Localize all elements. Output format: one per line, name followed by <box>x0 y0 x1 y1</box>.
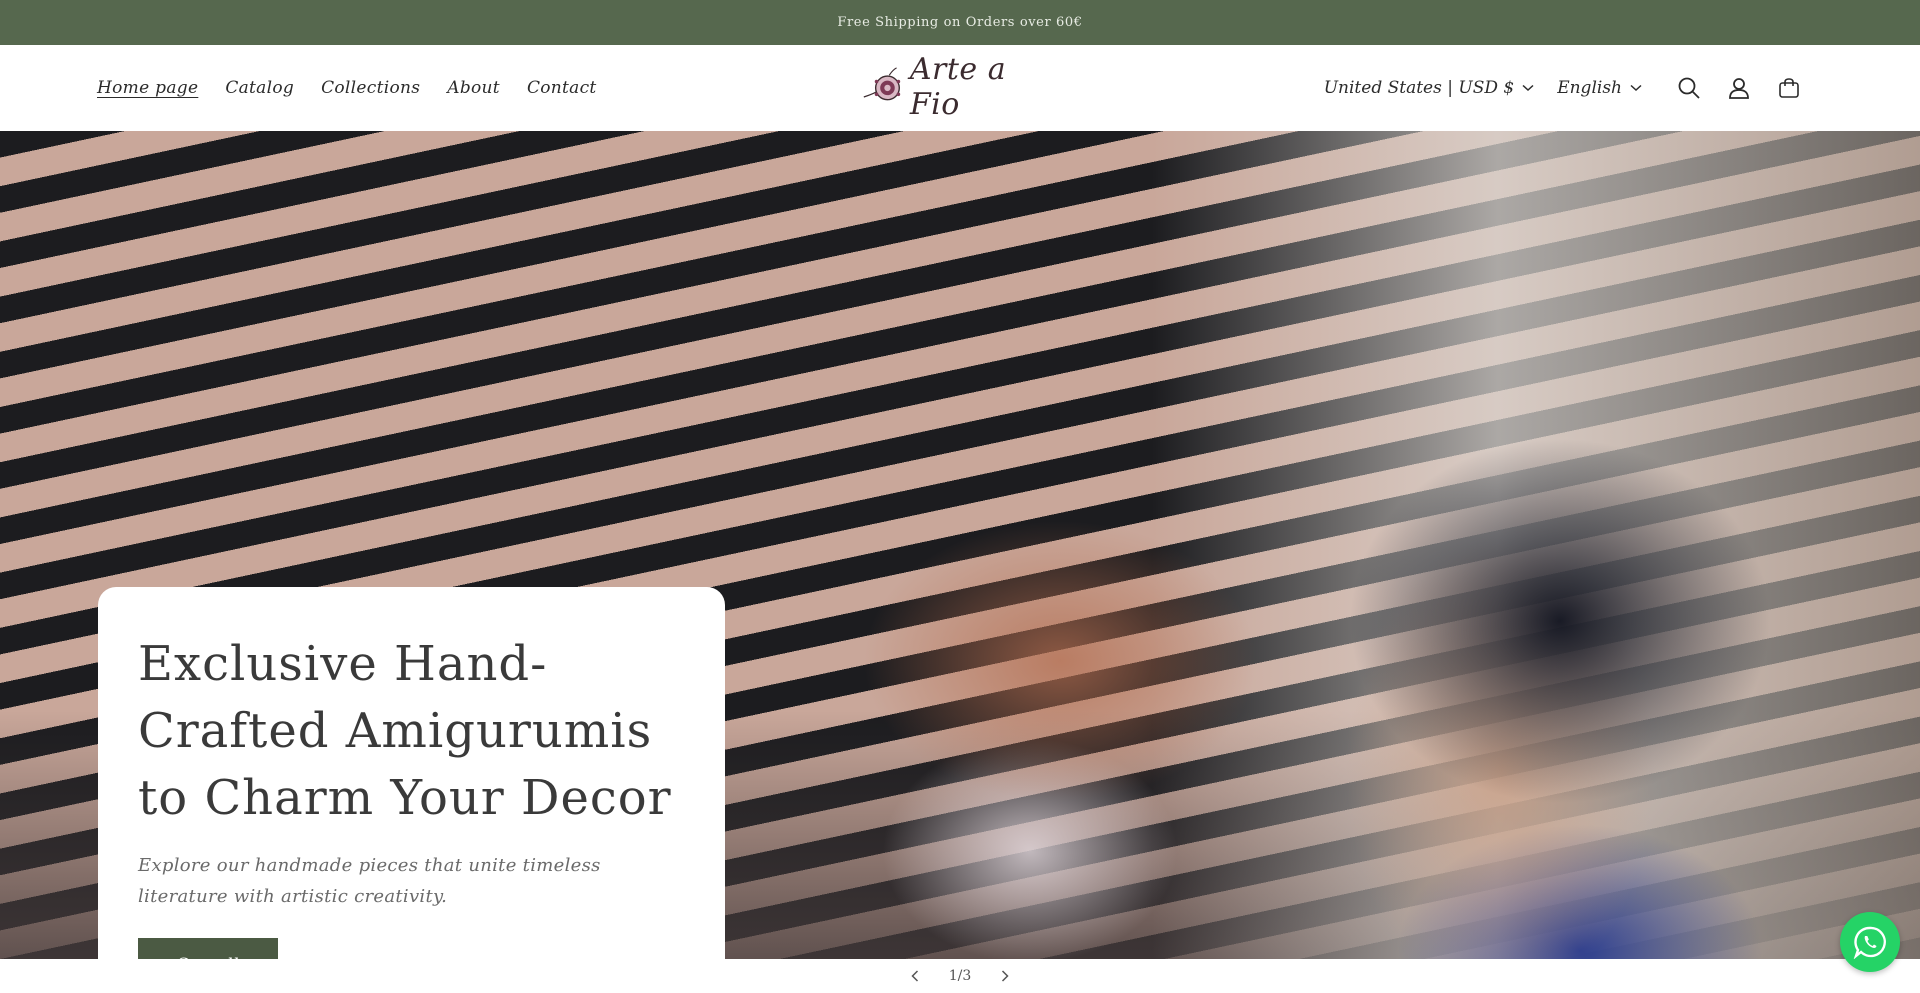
logo-text: Arte a Fio <box>909 52 1007 122</box>
country-selector-label: United States | USD $ <box>1323 78 1515 98</box>
hero-title: Exclusive Hand-Crafted Amigurumis to Cha… <box>138 636 672 826</box>
chevron-down-icon <box>1522 84 1534 92</box>
hero-slideshow: Exclusive Hand-Crafted Amigurumis to Cha… <box>0 131 1920 959</box>
slide-prev-button[interactable] <box>903 964 927 988</box>
nav-item-collections[interactable]: Collections <box>321 78 420 98</box>
slide-next-button[interactable] <box>993 964 1017 988</box>
announcement-text: Free Shipping on Orders over 60€ <box>837 15 1083 30</box>
see-all-button[interactable]: See all <box>138 938 278 959</box>
whatsapp-icon <box>1853 926 1886 959</box>
chevron-left-icon <box>911 970 918 982</box>
header-utilities: United States | USD $ English <box>1324 45 1814 131</box>
cart-icon <box>1779 78 1799 98</box>
search-button[interactable] <box>1664 63 1714 113</box>
nav-item-contact[interactable]: Contact <box>527 78 597 98</box>
account-button[interactable] <box>1714 63 1764 113</box>
nav-item-home[interactable]: Home page <box>97 78 198 98</box>
language-selector[interactable]: English <box>1557 78 1642 98</box>
whatsapp-chat-button[interactable] <box>1840 912 1900 972</box>
slider-controls: 1/3 <box>0 959 1920 993</box>
nav-item-about[interactable]: About <box>447 78 500 98</box>
main-nav: Home page Catalog Collections About Cont… <box>97 45 597 131</box>
chevron-down-icon <box>1630 84 1642 92</box>
account-icon <box>1729 78 1749 99</box>
announcement-bar: Free Shipping on Orders over 60€ <box>0 0 1920 45</box>
chevron-right-icon <box>1002 970 1009 982</box>
slide-counter: 1/3 <box>948 968 972 984</box>
hero-content-card: Exclusive Hand-Crafted Amigurumis to Cha… <box>98 587 725 959</box>
nav-item-catalog[interactable]: Catalog <box>225 78 294 98</box>
site-header: Home page Catalog Collections About Cont… <box>0 45 1920 131</box>
site-logo[interactable]: Arte a Fio <box>862 52 1052 122</box>
language-selector-label: English <box>1557 78 1622 98</box>
hero-subtitle: Explore our handmade pieces that unite t… <box>138 855 601 907</box>
country-selector[interactable]: United States | USD $ <box>1324 78 1534 98</box>
search-icon <box>1678 77 1700 99</box>
cart-button[interactable] <box>1764 63 1814 113</box>
crochet-flower-logo-icon <box>863 67 901 101</box>
